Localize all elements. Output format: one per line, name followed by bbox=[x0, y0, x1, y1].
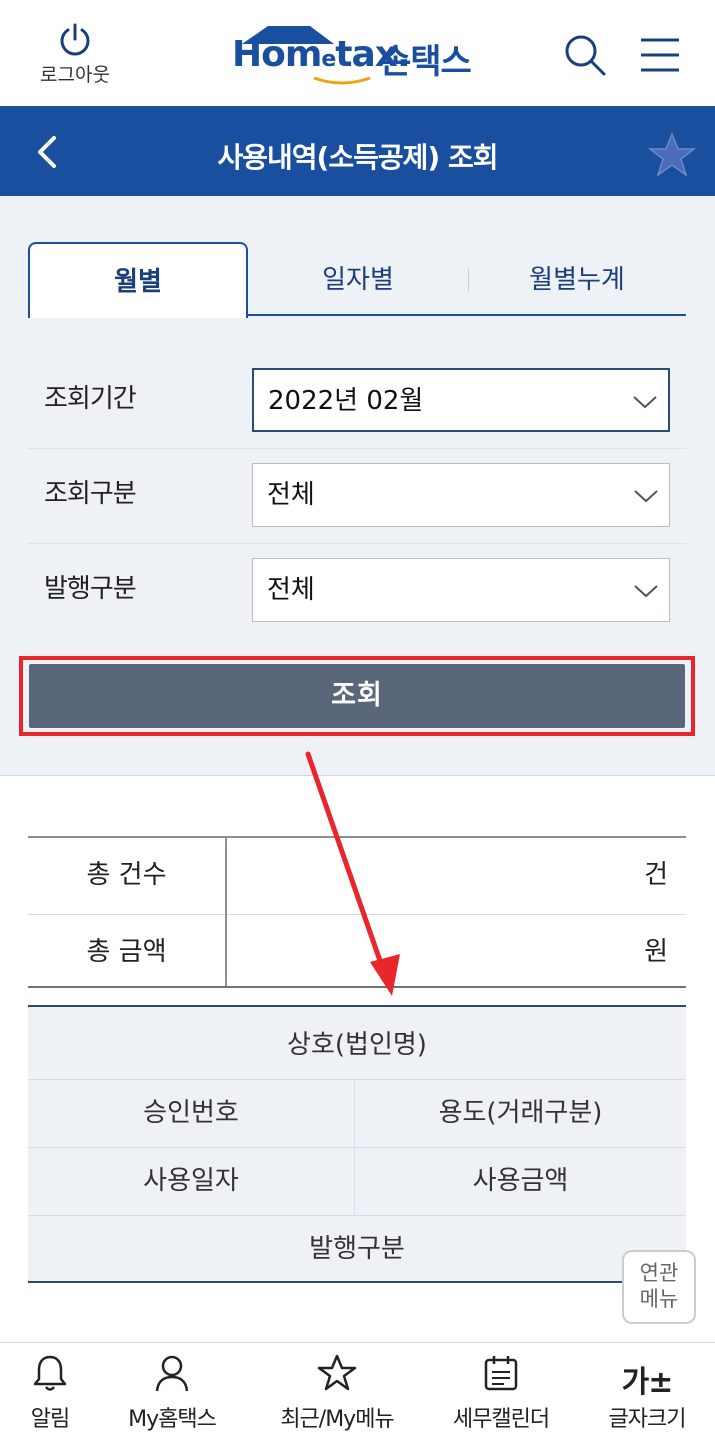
tab-daily[interactable]: 일자별 bbox=[248, 242, 468, 316]
search-icon bbox=[565, 35, 606, 76]
detail-header-grid: 상호(법인명) 승인번호 용도(거래구분) 사용일자 사용금액 발행구분 bbox=[28, 1005, 686, 1283]
logo-smile-icon bbox=[313, 76, 371, 85]
issue-value: 전체 bbox=[267, 575, 315, 605]
hamburger-icon bbox=[641, 38, 679, 72]
font-size-icon: 가± bbox=[621, 1365, 674, 1400]
type-value: 전체 bbox=[267, 480, 315, 510]
tab-monthly-cumulative[interactable]: 월별누계 bbox=[468, 242, 686, 316]
chevron-down-icon bbox=[634, 490, 658, 503]
favorite-button[interactable] bbox=[647, 131, 697, 178]
grid-vline bbox=[354, 1079, 355, 1215]
search-submit-button[interactable]: 조회 bbox=[29, 664, 685, 728]
star-icon bbox=[647, 131, 697, 177]
period-tabs: 월별 일자별 월별누계 bbox=[28, 242, 686, 318]
search-button-highlight: 조회 bbox=[19, 656, 695, 736]
logo-home-text: Hom bbox=[232, 34, 322, 75]
issue-row: 발행구분 전체 bbox=[28, 542, 686, 637]
total-amount-label: 총 금액 bbox=[86, 937, 167, 967]
logo-sontax-text: 손택스 bbox=[380, 42, 472, 82]
type-select[interactable]: 전체 bbox=[252, 463, 670, 527]
purpose-header: 용도(거래구분) bbox=[438, 1098, 603, 1128]
page-title: 사용내역(소득공제) 조회 bbox=[217, 141, 499, 174]
logout-label: 로그아웃 bbox=[40, 64, 110, 86]
nav-alarm[interactable]: 알림 bbox=[10, 1343, 90, 1440]
star-outline-icon bbox=[317, 1354, 357, 1391]
nav-label: 최근/My메뉴 bbox=[280, 1407, 394, 1432]
total-count-unit: 건 bbox=[644, 860, 668, 890]
use-date-header: 사용일자 bbox=[143, 1166, 239, 1196]
nav-label: 알림 bbox=[30, 1407, 70, 1432]
search-button[interactable] bbox=[560, 30, 610, 80]
tab-monthly[interactable]: 월별 bbox=[28, 242, 248, 318]
nav-my-hometax[interactable]: My홈택스 bbox=[112, 1343, 232, 1440]
total-amount-unit: 원 bbox=[644, 937, 668, 967]
related-menu-line1: 연관 bbox=[639, 1261, 679, 1285]
issue-type-header: 발행구분 bbox=[309, 1234, 405, 1264]
type-label: 조회구분 bbox=[44, 479, 137, 509]
nav-label: My홈택스 bbox=[128, 1407, 217, 1432]
page-title-bar: 사용내역(소득공제) 조회 bbox=[0, 106, 715, 196]
period-value: 2022년 02월 bbox=[268, 386, 424, 416]
nav-font-size[interactable]: 가± 글자크기 bbox=[592, 1343, 702, 1440]
company-header: 상호(법인명) bbox=[287, 1030, 427, 1060]
logo-e-text: e bbox=[321, 47, 336, 72]
bell-icon bbox=[33, 1355, 67, 1391]
total-count-label: 총 건수 bbox=[86, 860, 167, 890]
hamburger-menu-button[interactable] bbox=[635, 30, 685, 80]
nav-label: 글자크기 bbox=[608, 1407, 687, 1432]
related-menu-button[interactable]: 연관 메뉴 bbox=[622, 1250, 696, 1324]
nav-tax-calendar[interactable]: 세무캘린더 bbox=[438, 1343, 564, 1440]
power-icon bbox=[60, 23, 90, 56]
summary-divider bbox=[225, 838, 227, 986]
period-row: 조회기간 2022년 02월 bbox=[28, 352, 686, 447]
bottom-navigation: 알림 My홈택스 최근/My메뉴 세무캘린더 가± 글자크기 bbox=[0, 1342, 715, 1440]
top-header: 로그아웃 Hometax. 손택스 bbox=[0, 0, 715, 106]
issue-label: 발행구분 bbox=[44, 574, 137, 604]
related-menu-line2: 메뉴 bbox=[639, 1287, 679, 1311]
period-label: 조회기간 bbox=[44, 384, 137, 414]
period-select[interactable]: 2022년 02월 bbox=[252, 368, 670, 432]
logout-button[interactable]: 로그아웃 bbox=[30, 22, 120, 87]
chevron-down-icon bbox=[633, 396, 657, 409]
approval-no-header: 승인번호 bbox=[143, 1098, 239, 1128]
search-filter-panel: 월별 일자별 월별누계 조회기간 2022년 02월 조회구분 전체 발행구분 … bbox=[0, 196, 715, 776]
nav-recent-my-menu[interactable]: 최근/My메뉴 bbox=[262, 1343, 412, 1440]
calendar-icon bbox=[484, 1356, 518, 1391]
chevron-down-icon bbox=[634, 585, 658, 598]
type-row: 조회구분 전체 bbox=[28, 447, 686, 542]
nav-label: 세무캘린더 bbox=[452, 1407, 550, 1432]
issue-select[interactable]: 전체 bbox=[252, 558, 670, 622]
use-amount-header: 사용금액 bbox=[472, 1166, 569, 1196]
annotation-arrow bbox=[305, 751, 400, 996]
user-icon bbox=[155, 1355, 189, 1392]
